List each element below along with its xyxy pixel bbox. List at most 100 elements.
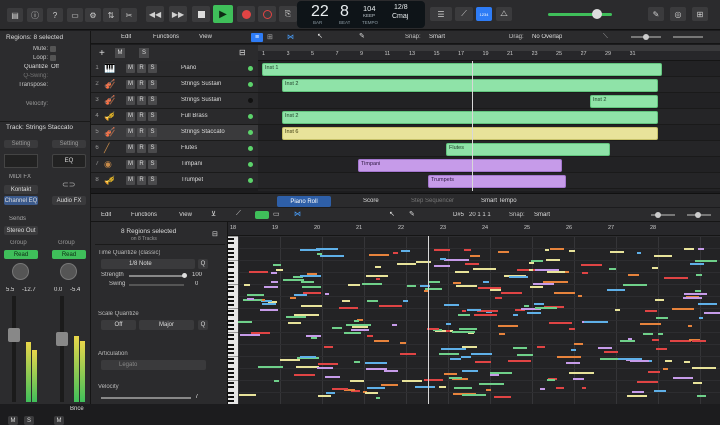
midi-note[interactable]	[547, 379, 555, 381]
midi-note[interactable]	[286, 316, 306, 318]
tab-piano-roll[interactable]: Piano Roll	[277, 196, 331, 207]
midi-note[interactable]	[415, 386, 435, 388]
midi-note[interactable]	[543, 281, 568, 283]
midi-note[interactable]	[462, 310, 466, 312]
piano-roll-ruler[interactable]: 18 19 20 21 22 23 24 25 26 27 28	[228, 222, 720, 236]
midi-note[interactable]	[652, 339, 659, 341]
midi-note[interactable]	[533, 283, 554, 285]
strip1-group[interactable]: Group	[10, 240, 27, 246]
black-key[interactable]	[228, 338, 234, 340]
midi-note[interactable]	[534, 303, 544, 305]
midi-note[interactable]	[623, 284, 647, 286]
midi-note[interactable]	[258, 366, 283, 368]
black-key[interactable]	[228, 300, 234, 302]
region-inst2-a[interactable]: Inst 2	[282, 79, 658, 92]
strip2-mute-button[interactable]: M	[54, 416, 64, 425]
strip2-fader-track[interactable]	[60, 296, 64, 402]
midi-note[interactable]	[462, 346, 477, 348]
midi-note[interactable]	[610, 251, 624, 253]
midi-note[interactable]	[698, 248, 704, 250]
region-inst1[interactable]: Inst 1	[262, 63, 662, 76]
midi-note[interactable]	[439, 353, 459, 355]
midi-note[interactable]	[462, 370, 478, 372]
track-mute-button[interactable]: M	[126, 112, 135, 121]
black-key[interactable]	[228, 272, 234, 274]
midi-note[interactable]	[478, 287, 501, 289]
midi-note[interactable]	[508, 360, 531, 362]
midi-note[interactable]	[366, 368, 387, 370]
track-mute-button[interactable]: M	[126, 96, 135, 105]
tab-score[interactable]: Score	[363, 198, 379, 204]
strip1-pan-knob[interactable]	[12, 263, 29, 280]
cycle-region[interactable]	[258, 45, 720, 51]
global-solo-button[interactable]: S	[139, 48, 149, 58]
midi-note[interactable]	[550, 248, 564, 250]
black-key[interactable]	[228, 392, 234, 394]
region-timpani[interactable]: Timpani	[358, 159, 562, 172]
waveform-zoom-icon[interactable]: ⟍	[603, 33, 608, 41]
track-header[interactable]: 7 ◉ M R S Timpani	[91, 157, 258, 173]
loop-checkbox[interactable]	[50, 55, 56, 61]
midi-note[interactable]	[247, 294, 264, 296]
midi-note[interactable]	[325, 376, 340, 378]
tracks-functions-menu[interactable]: Functions	[153, 34, 179, 40]
midi-note[interactable]	[444, 259, 469, 261]
midi-note[interactable]	[692, 340, 706, 342]
midi-note[interactable]	[483, 281, 489, 283]
midi-note[interactable]	[283, 279, 304, 281]
pencil-tool-editor-icon[interactable]: ✎	[409, 210, 415, 218]
midi-note[interactable]	[517, 354, 533, 356]
midi-note[interactable]	[684, 248, 694, 250]
inspector-regions-header[interactable]: Regions: 8 selected	[6, 34, 63, 41]
midi-note[interactable]	[326, 392, 335, 394]
midi-note[interactable]	[369, 254, 389, 256]
black-key[interactable]	[228, 296, 234, 298]
midi-note[interactable]	[434, 265, 450, 267]
midi-note[interactable]	[351, 329, 369, 331]
midi-note[interactable]	[311, 337, 317, 339]
midi-note[interactable]	[461, 356, 471, 358]
track-record-button[interactable]: R	[137, 96, 146, 105]
midi-note[interactable]	[454, 387, 472, 389]
region-trumpets[interactable]: Trumpets	[428, 175, 566, 188]
track-solo-button[interactable]: S	[148, 96, 157, 105]
track-record-button[interactable]: R	[137, 144, 146, 153]
editor-functions-menu[interactable]: Functions	[131, 212, 157, 218]
midi-note[interactable]	[367, 300, 378, 302]
midi-note[interactable]	[381, 384, 398, 386]
midi-note[interactable]	[630, 360, 649, 362]
black-key[interactable]	[228, 310, 234, 312]
swing-slider[interactable]	[129, 284, 184, 286]
mixer-icon[interactable]: ⇅	[103, 8, 119, 22]
midi-note[interactable]	[439, 386, 446, 388]
track-solo-button[interactable]: S	[148, 112, 157, 121]
midi-note[interactable]	[342, 300, 350, 302]
midi-note[interactable]	[244, 284, 250, 286]
midi-note[interactable]	[440, 258, 446, 260]
strip1-mute-button[interactable]: M	[8, 416, 18, 425]
editor-playhead[interactable]	[428, 236, 429, 404]
midi-note[interactable]	[262, 303, 276, 305]
midi-note[interactable]	[403, 300, 408, 302]
midi-note[interactable]	[609, 268, 616, 270]
midi-note[interactable]	[695, 260, 717, 262]
midi-note[interactable]	[648, 371, 660, 373]
midi-note[interactable]	[401, 250, 410, 252]
midi-note[interactable]	[376, 278, 380, 280]
midi-note[interactable]	[318, 363, 338, 365]
midi-note[interactable]	[628, 338, 632, 340]
midi-note[interactable]	[490, 289, 501, 291]
midi-note[interactable]	[375, 266, 381, 268]
midi-note[interactable]	[449, 377, 462, 379]
track-mute-button[interactable]: M	[126, 64, 135, 73]
midi-note[interactable]	[475, 361, 491, 363]
midi-note[interactable]	[294, 294, 307, 296]
black-key[interactable]	[228, 262, 234, 264]
midi-note[interactable]	[354, 361, 360, 363]
midi-note[interactable]	[465, 263, 479, 265]
black-key[interactable]	[228, 372, 234, 374]
midi-note[interactable]	[684, 361, 690, 363]
midi-note[interactable]	[693, 382, 702, 384]
expand-icon[interactable]: ⊟	[212, 230, 218, 238]
stop-icon[interactable]	[192, 6, 210, 22]
